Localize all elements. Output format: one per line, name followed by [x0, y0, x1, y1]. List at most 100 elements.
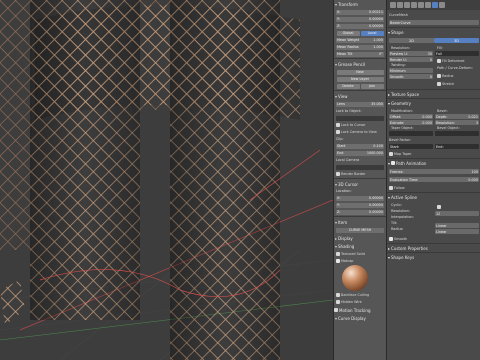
expand-arrow-icon: ▸ [388, 245, 391, 251]
fill-deformed-checkbox[interactable]: Fill Deformed [437, 57, 477, 64]
geometry-header[interactable]: ▾ Geometry [387, 98, 480, 107]
grease-pencil-new-button[interactable]: New [336, 69, 384, 75]
expand-arrow-icon: ▸ [388, 91, 391, 97]
item-header[interactable]: ▾ Item [334, 218, 386, 226]
smooth-field[interactable]: Smooth: 0 [389, 74, 433, 79]
curve-data-tab-icon[interactable] [432, 2, 438, 8]
frames-field[interactable]: Frames: 100 [389, 169, 479, 174]
taper-object-field[interactable] [389, 131, 433, 136]
render-border-checkbox[interactable]: Render Border [336, 171, 384, 177]
active-spline-header[interactable]: ▾ Active Spline [387, 192, 480, 201]
collapse-arrow-icon: ▾ [335, 219, 338, 225]
curve-name-field[interactable]: BezierCurve [389, 20, 479, 25]
transform-header[interactable]: ▾ Transform [334, 0, 386, 8]
world-tab-icon[interactable] [404, 2, 410, 8]
shading-header[interactable]: ▾ Shading [334, 242, 386, 250]
expand-arrow-icon: ▸ [335, 235, 338, 241]
evaluation-time-field[interactable]: Evaluation Time: 0.000 [389, 177, 479, 182]
bevel-factor-start[interactable]: Start: [389, 144, 433, 149]
transform-y-field[interactable]: Y: 0.00000 [336, 16, 384, 22]
follow-checkbox[interactable]: Follow [389, 184, 479, 191]
view-header[interactable]: ▾ View [334, 92, 386, 100]
mean-weight-field[interactable]: Mean Weight 1.000 [336, 37, 384, 43]
matcap-checkbox[interactable]: Matcap [336, 258, 384, 264]
clip-start-field[interactable]: Start 0.100 [336, 143, 384, 149]
matcap-preview[interactable] [342, 265, 368, 291]
transform-x-field[interactable]: X: 0.00211 [336, 9, 384, 15]
cursor-z-field[interactable]: Z: 0.00000 [336, 209, 384, 215]
collapse-arrow-icon: ▾ [388, 100, 391, 106]
curve-display-header[interactable]: ▾ Curve Display [334, 314, 386, 322]
collapse-arrow-icon: ▾ [335, 181, 338, 187]
local-toggle[interactable]: Local [360, 30, 384, 36]
mean-radius-field[interactable]: Mean Radius 1.000 [336, 44, 384, 50]
mesh-tube-left [30, 0, 140, 320]
local-camera-label: Local Camera [336, 158, 360, 162]
viewport-properties-panel: ▾ Transform X: 0.00211 Y: 0.00000 Z: 0.00000… [333, 0, 386, 360]
bevel-object-field[interactable] [435, 131, 479, 136]
radius-interpolation-dropdown[interactable]: Linear [435, 229, 479, 234]
lock-camera-checkbox[interactable]: Lock Camera to View [336, 129, 384, 135]
shape-3d-button[interactable]: 3D [434, 38, 479, 43]
hidden-wire-checkbox[interactable]: Hidden Wire [336, 299, 384, 305]
scene-tab-icon[interactable] [397, 2, 403, 8]
object-tab-icon[interactable] [411, 2, 417, 8]
3d-cursor-header[interactable]: ▾ 3D Cursor [334, 180, 386, 188]
clip-end-field[interactable]: End 1000.000 [336, 150, 384, 156]
mean-tilt-field[interactable]: Mean Tilt 0° [336, 51, 384, 57]
modifiers-tab-icon[interactable] [425, 2, 431, 8]
cursor-x-field[interactable]: X: 0.00000 [336, 195, 384, 201]
viewport-canvas[interactable] [0, 0, 333, 360]
path-animation-header[interactable]: ▾ Path Animation [387, 158, 480, 167]
display-header[interactable]: ▸ Display [334, 234, 386, 242]
render-tab-icon[interactable] [390, 2, 396, 8]
mesh-fragment [0, 280, 25, 325]
local-camera-field[interactable] [336, 164, 384, 170]
shape-2d-button[interactable]: 2D [389, 38, 434, 43]
motion-tracking-header[interactable]: Motion Tracking [334, 306, 386, 314]
custom-properties-header[interactable]: ▸ Custom Properties [387, 243, 480, 252]
collapse-arrow-icon: ▾ [335, 93, 338, 99]
smooth-checkbox[interactable]: Smooth [389, 235, 479, 242]
clip-label: Clip: [336, 137, 344, 141]
collapse-arrow-icon: ▾ [335, 61, 338, 67]
bevel-factor-end[interactable]: End: [435, 144, 479, 149]
lock-to-cursor-checkbox[interactable]: Lock to Cursor [336, 122, 384, 128]
blender-window: ▾ Transform X: 0.00211 Y: 0.00000 Z: 0.00000… [0, 0, 480, 360]
item-name-field[interactable]: CURVE MESH [336, 227, 384, 233]
grease-pencil-delete-button[interactable]: Delete [336, 83, 360, 89]
cursor-y-field[interactable]: Y: 0.00000 [336, 202, 384, 208]
lock-to-object-label: Lock to Object: [336, 109, 362, 113]
fill-dropdown[interactable]: Full [435, 51, 479, 56]
collapse-arrow-icon: ▾ [388, 254, 391, 260]
collapse-arrow-icon: ▾ [388, 194, 391, 200]
global-toggle[interactable]: Global [336, 30, 360, 36]
stretch-checkbox[interactable]: Stretch [437, 80, 477, 87]
collapse-arrow-icon: ▾ [335, 1, 338, 7]
cyclic-u-checkbox[interactable] [437, 203, 477, 210]
lens-field[interactable]: Lens 35.000 [336, 101, 384, 107]
shape-header[interactable]: ▾ Shape [387, 27, 480, 36]
grease-pencil-join-button[interactable]: Join [360, 83, 384, 89]
map-taper-checkbox[interactable]: Map Taper [389, 150, 479, 157]
transform-z-field[interactable]: Z: 0.00000 [336, 23, 384, 29]
shape-keys-header[interactable]: ▾ Shape Keys [387, 252, 480, 261]
material-tab-icon[interactable] [439, 2, 445, 8]
grease-pencil-header[interactable]: ▾ Grease Pencil [334, 60, 386, 68]
collapse-arrow-icon: ▾ [388, 29, 391, 35]
mesh-tube-right [170, 0, 280, 360]
collapse-arrow-icon: ▾ [335, 315, 338, 321]
radius-checkbox[interactable]: Radius [437, 72, 477, 79]
cursor-location-label: Location: [336, 189, 352, 193]
3d-viewport[interactable] [0, 0, 333, 360]
collapse-arrow-icon: ▾ [335, 243, 338, 249]
backface-culling-checkbox[interactable]: Backface Culling [336, 292, 384, 298]
lock-object-field[interactable] [336, 115, 384, 121]
texture-space-header[interactable]: ▸ Texture Space [387, 89, 480, 98]
properties-tab-bar [387, 0, 480, 10]
properties-editor: CurveMesh BezierCurve ▾ Shape 2D 3D Resolu… [386, 0, 480, 360]
textured-solid-checkbox[interactable]: Textured Solid [336, 251, 384, 257]
grease-pencil-new-layer-button[interactable]: New Layer [336, 76, 384, 82]
constraints-tab-icon[interactable] [418, 2, 424, 8]
breadcrumb: CurveMesh [389, 12, 408, 17]
